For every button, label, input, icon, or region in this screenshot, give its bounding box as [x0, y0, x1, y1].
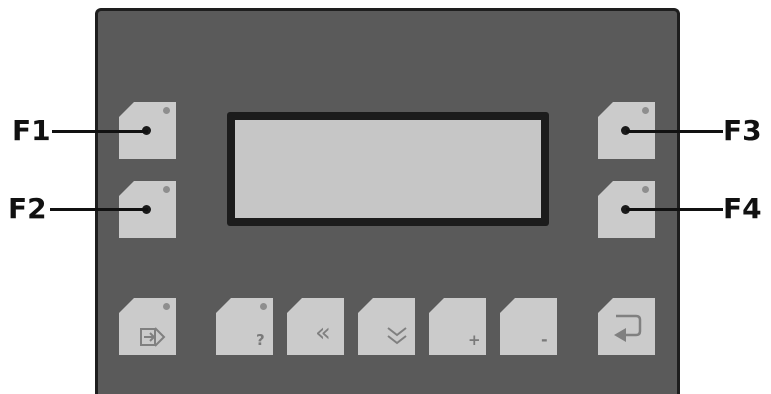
- export-icon: [140, 327, 166, 347]
- f3-label: F3: [723, 114, 762, 147]
- double-left-arrow-icon: «: [315, 318, 331, 348]
- f2-leader-line-inner: [95, 208, 148, 211]
- f1-led: [163, 107, 170, 114]
- plus-key[interactable]: +: [429, 298, 486, 355]
- enter-key[interactable]: [598, 298, 655, 355]
- scroll-left-key[interactable]: «: [287, 298, 344, 355]
- help-key[interactable]: ?: [216, 298, 273, 355]
- f2-led: [163, 186, 170, 193]
- help-icon: ?: [256, 331, 265, 349]
- lcd-display: [227, 112, 549, 226]
- f4-led: [642, 186, 649, 193]
- minus-icon: -: [541, 330, 548, 349]
- f2-label: F2: [8, 192, 47, 225]
- export-key[interactable]: [119, 298, 176, 355]
- f4-label: F4: [723, 192, 762, 225]
- help-led: [260, 303, 267, 310]
- plus-icon: +: [468, 331, 481, 349]
- lcd-screen: [235, 120, 541, 218]
- f1-label: F1: [12, 114, 51, 147]
- f3-led: [642, 107, 649, 114]
- minus-key[interactable]: -: [500, 298, 557, 355]
- double-down-arrow-icon: [387, 327, 407, 345]
- enter-icon: [614, 314, 642, 342]
- f3-leader-line-inner: [626, 130, 680, 133]
- scroll-down-key[interactable]: [358, 298, 415, 355]
- export-led: [163, 303, 170, 310]
- f1-leader-line-inner: [95, 130, 148, 133]
- f4-leader-line-inner: [626, 208, 680, 211]
